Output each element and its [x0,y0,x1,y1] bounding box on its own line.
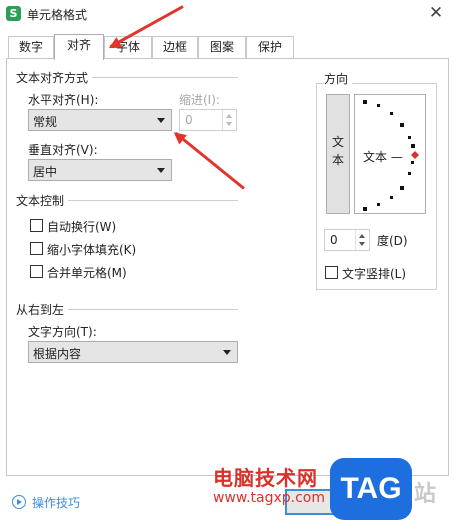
close-button[interactable]: ✕ [424,3,448,23]
tab-protection[interactable]: 保护 [246,36,294,59]
play-circle-icon [12,495,26,509]
text-direction-value: 根据内容 [33,347,82,361]
spin-up-icon[interactable] [226,114,232,118]
vertical-arrange-label: 文字竖排(L) [342,267,407,281]
shrink-to-fit-checkbox[interactable] [30,242,43,255]
group-label-text-alignment: 文本对齐方式 [16,69,93,86]
vertical-align-value: 居中 [33,165,58,179]
window-title: 单元格格式 [27,8,88,22]
wrap-text-label: 自动换行(W) [47,220,117,234]
degrees-stepper[interactable]: 0 [324,229,370,251]
spin-down-icon[interactable] [359,242,365,246]
spin-up-icon[interactable] [359,234,365,238]
text-direction-select[interactable]: 根据内容 [28,341,238,363]
horizontal-align-label: 水平对齐(H): [28,93,99,107]
vertical-text-button[interactable]: 文本 [326,94,350,214]
chevron-down-icon [157,168,165,173]
app-icon: S [6,6,21,21]
indent-value: 0 [185,113,193,127]
indent-label: 缩进(I): [179,93,220,107]
tab-number[interactable]: 数字 [8,36,54,59]
watermark-logo: TAG [330,458,412,520]
tab-strip: 数字 对齐 字体 边框 图案 保护 [0,34,454,60]
tab-alignment[interactable]: 对齐 [54,34,104,60]
group-label-rtl: 从右到左 [16,301,69,318]
vertical-align-select[interactable]: 居中 [28,159,172,181]
spin-down-icon[interactable] [226,122,232,126]
chevron-down-icon [157,118,165,123]
horizontal-align-select[interactable]: 常规 [28,109,172,131]
degrees-value: 0 [330,233,338,247]
merge-cells-checkbox[interactable] [30,265,43,278]
wrap-text-checkbox[interactable] [30,219,43,232]
tab-pattern[interactable]: 图案 [198,36,246,59]
merge-cells-label: 合并单元格(M) [47,266,127,280]
shrink-to-fit-label: 缩小字体填充(K) [47,243,137,257]
horizontal-align-value: 常规 [33,115,58,129]
group-label-orientation: 方向 [324,70,353,87]
watermark-url: www.tagxp.com [213,490,325,506]
text-direction-label: 文字方向(T): [28,325,97,339]
tab-border[interactable]: 边框 [152,36,198,59]
orientation-dial[interactable]: 文本 — [354,94,426,214]
chevron-down-icon [223,350,231,355]
degrees-unit-label: 度(D) [377,234,408,248]
watermark-suffix: 站 [414,482,437,507]
watermark-text: 电脑技术网 [213,466,318,490]
indent-stepper[interactable]: 0 [179,109,237,131]
vertical-text-label: 文本 [332,135,345,167]
group-label-text-control: 文本控制 [16,192,69,209]
vertical-align-label: 垂直对齐(V): [28,143,98,157]
vertical-arrange-checkbox[interactable] [325,266,338,279]
tips-label: 操作技巧 [32,496,81,510]
dial-text: 文本 — [363,150,403,164]
